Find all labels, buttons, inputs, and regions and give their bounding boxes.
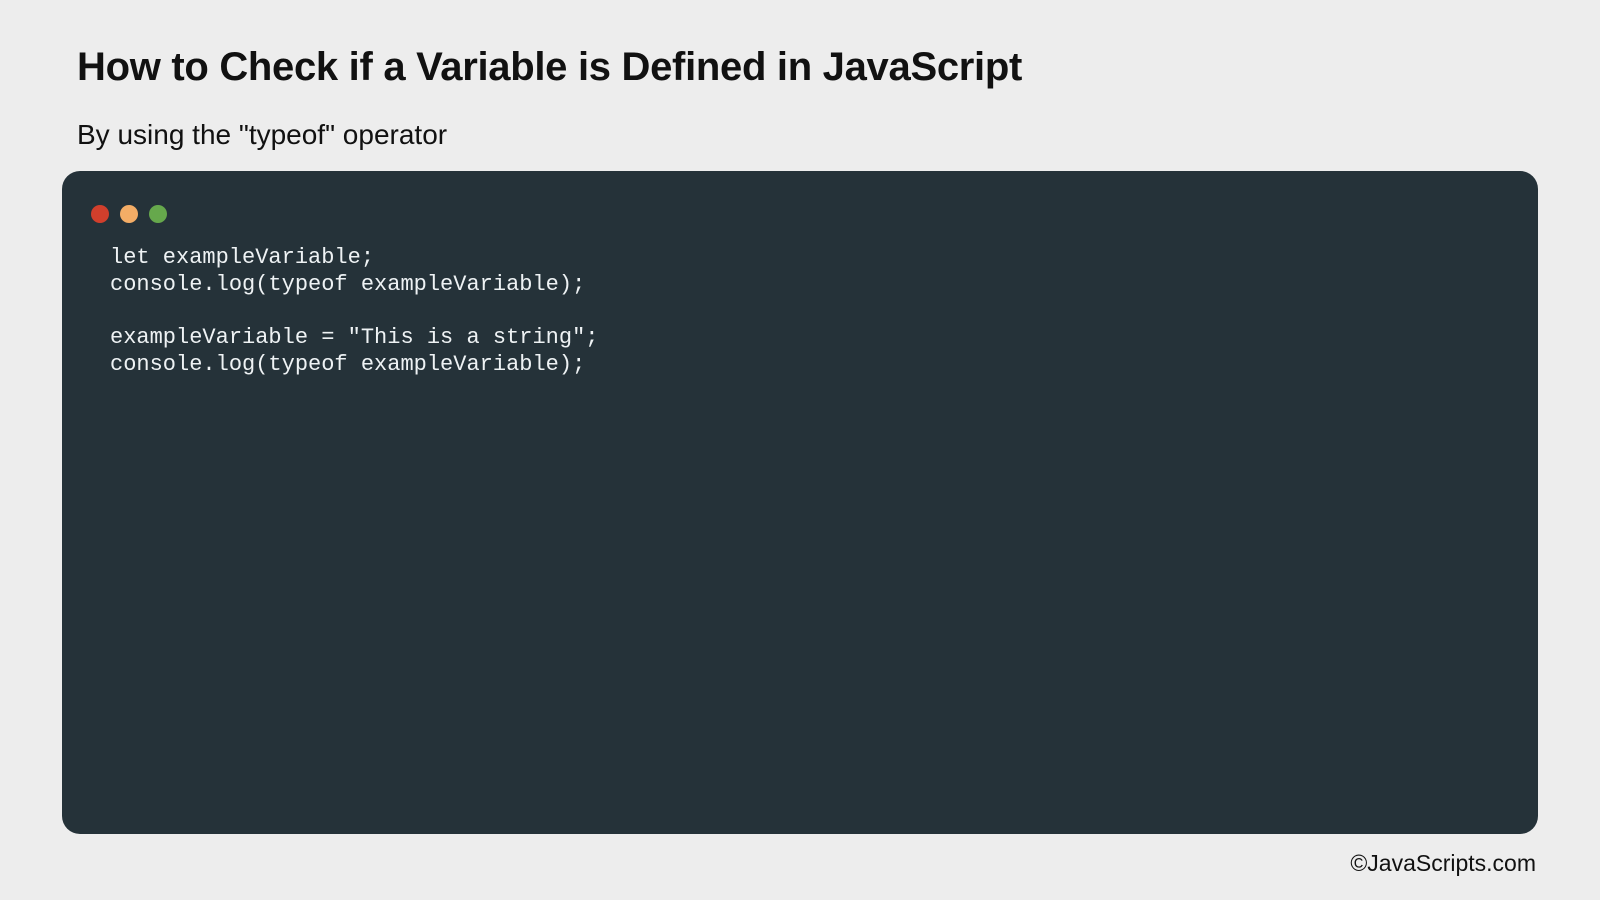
- code-line: console.log(typeof exampleVariable);: [110, 351, 586, 377]
- code-line: let exampleVariable;: [110, 245, 375, 270]
- page-subtitle: By using the "typeof" operator: [77, 119, 448, 150]
- code-window: let exampleVariable; console.log(typeof e…: [62, 171, 1538, 834]
- page-title: How to Check if a Variable is Defined in…: [77, 45, 1023, 89]
- code-line: console.log(typeof exampleVariable);: [110, 271, 586, 297]
- code-line: exampleVariable = "This is a string";: [110, 325, 599, 351]
- code-block: let exampleVariable; console.log(typeof e…: [110, 245, 598, 379]
- maximize-dot-icon: [149, 205, 167, 223]
- footer-copyright: ©JavaScripts.com: [1350, 850, 1536, 876]
- close-dot-icon: [91, 205, 109, 223]
- minimize-dot-icon: [120, 205, 138, 223]
- window-controls: [91, 205, 167, 223]
